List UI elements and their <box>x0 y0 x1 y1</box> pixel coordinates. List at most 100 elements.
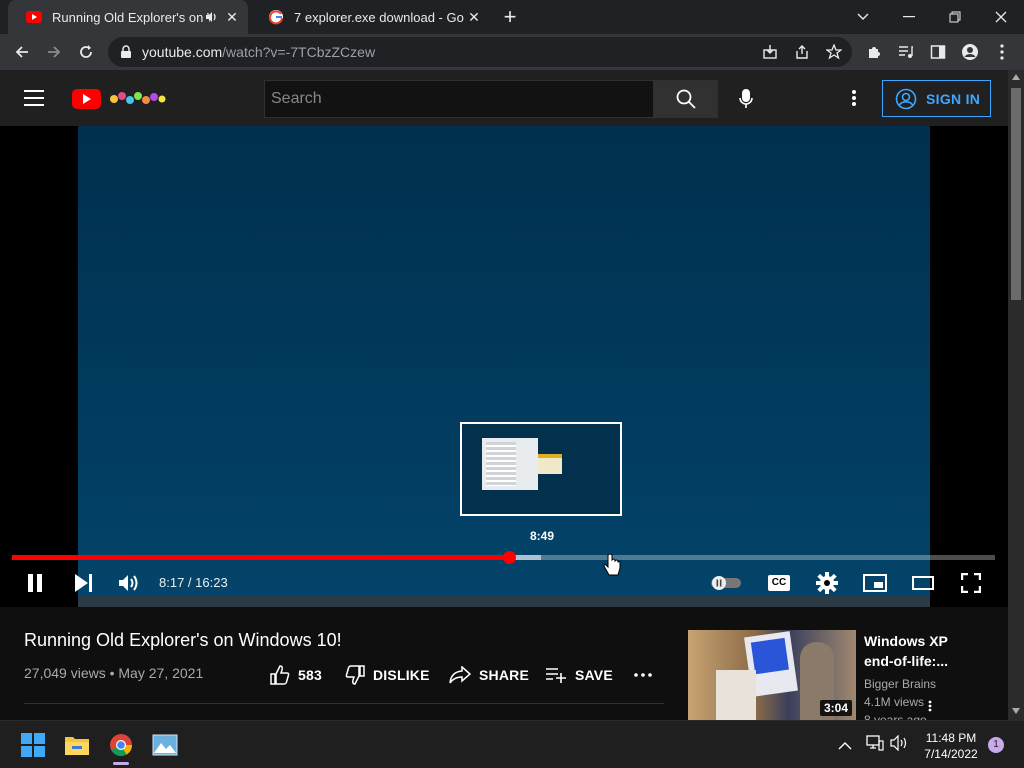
browser-toolbar: youtube.com/watch?v=-7TCbzZCzew <box>0 34 1024 70</box>
gear-icon <box>816 572 838 594</box>
clock-time: 11:48 PM <box>925 731 977 745</box>
chrome-taskbar-button[interactable] <box>105 729 137 765</box>
back-icon[interactable] <box>8 38 36 66</box>
profile-icon[interactable] <box>956 38 984 66</box>
forward-icon[interactable] <box>40 38 68 66</box>
like-count: 583 <box>298 667 322 683</box>
network-icon[interactable] <box>866 735 884 753</box>
voice-search-button[interactable] <box>730 83 762 115</box>
preview-window-image <box>482 438 538 490</box>
recommended-video-thumbnail[interactable]: 3:04 <box>688 630 856 720</box>
close-tab-icon[interactable]: ✕ <box>466 9 482 25</box>
search-button[interactable] <box>654 80 718 118</box>
windows-logo-icon <box>21 733 45 757</box>
bookmark-star-icon[interactable] <box>826 44 842 60</box>
youtube-logo[interactable] <box>72 87 168 109</box>
system-clock[interactable]: 11:48 PM 7/14/2022 <box>918 730 984 762</box>
new-tab-button[interactable]: + <box>498 5 522 29</box>
progress-bar[interactable] <box>12 551 995 564</box>
pause-button[interactable] <box>22 570 48 596</box>
photos-taskbar-button[interactable] <box>149 729 181 761</box>
video-player[interactable]: 8:49 8:17 / 16:23 CC <box>0 126 1008 607</box>
address-bar[interactable]: youtube.com/watch?v=-7TCbzZCzew <box>108 37 852 67</box>
recommended-video-duration: 3:04 <box>819 700 852 716</box>
clock-date: 7/14/2022 <box>924 747 978 761</box>
video-views-date: 27,049 views • May 27, 2021 <box>24 665 204 681</box>
folder-icon <box>65 737 89 755</box>
sign-in-button[interactable]: SIGN IN <box>882 80 991 117</box>
tab-title: 7 explorer.exe download - Google Search <box>294 9 464 25</box>
closed-captions-icon: CC <box>768 575 790 591</box>
volume-tray-icon[interactable] <box>890 734 910 753</box>
tab-search-icon[interactable] <box>840 0 886 34</box>
theater-mode-icon <box>912 576 934 590</box>
close-tab-icon[interactable]: ✕ <box>224 9 240 25</box>
dislike-label: DISLIKE <box>373 667 430 683</box>
close-window-icon[interactable] <box>978 0 1024 34</box>
video-frame[interactable] <box>78 126 930 607</box>
microphone-icon <box>739 89 753 108</box>
save-label: SAVE <box>575 667 613 683</box>
youtube-favicon-icon <box>26 11 42 23</box>
image-viewer-icon <box>152 734 178 756</box>
skip-next-icon <box>75 574 92 592</box>
fullscreen-button[interactable] <box>958 570 984 596</box>
notification-badge[interactable]: 1 <box>988 737 1004 753</box>
scroll-down-arrow-icon[interactable] <box>1012 708 1020 714</box>
recommended-more-icon[interactable] <box>928 700 932 712</box>
share-icon[interactable] <box>794 44 810 60</box>
url-text: youtube.com/watch?v=-7TCbzZCzew <box>142 44 376 60</box>
miniplayer-button[interactable] <box>862 570 888 596</box>
autoplay-toggle[interactable] <box>708 570 744 596</box>
next-video-button[interactable] <box>70 570 96 596</box>
lock-icon[interactable] <box>120 45 132 59</box>
recommended-video-channel[interactable]: Bigger Brains <box>864 677 936 691</box>
recommended-video-title[interactable]: Windows XP end-of-life:... <box>864 631 974 671</box>
like-button[interactable]: 583 <box>270 665 322 685</box>
chrome-menu-icon[interactable] <box>988 38 1016 66</box>
file-explorer-taskbar-button[interactable] <box>61 729 93 761</box>
media-controls-icon[interactable] <box>892 38 920 66</box>
recommended-video[interactable]: 3:04 Windows XP end-of-life:... Bigger B… <box>688 630 988 722</box>
recommended-video-views: 4.1M views <box>864 695 925 709</box>
scrub-preview-time: 8:49 <box>529 529 555 543</box>
more-options-icon[interactable] <box>842 86 866 110</box>
minimize-icon[interactable] <box>886 0 932 34</box>
share-arrow-icon <box>449 666 471 684</box>
google-favicon-icon <box>269 10 283 25</box>
time-display: 8:17 / 16:23 <box>159 575 228 590</box>
more-actions-button[interactable] <box>634 665 652 685</box>
start-button[interactable] <box>17 729 49 761</box>
more-horizontal-icon <box>634 673 652 677</box>
reload-icon[interactable] <box>72 38 100 66</box>
mute-button[interactable] <box>116 570 142 596</box>
search-input[interactable] <box>271 81 641 117</box>
restore-icon[interactable] <box>932 0 978 34</box>
save-button[interactable]: SAVE <box>545 665 613 685</box>
hand-cursor-icon <box>603 554 621 576</box>
sign-in-label: SIGN IN <box>926 90 981 107</box>
scroll-up-arrow-icon[interactable] <box>1012 74 1020 80</box>
share-button[interactable]: SHARE <box>449 665 529 685</box>
tab-google-search[interactable]: 7 explorer.exe download - Google Search … <box>250 0 490 34</box>
tab-youtube[interactable]: Running Old Explorer's on Windows 10! ✕ <box>8 0 248 34</box>
thumbnail-shirt-image <box>716 670 756 720</box>
install-app-icon[interactable] <box>762 44 778 60</box>
dislike-button[interactable]: DISLIKE <box>345 665 430 685</box>
miniplayer-icon <box>863 574 887 592</box>
theater-mode-button[interactable] <box>910 570 936 596</box>
settings-button[interactable] <box>814 570 840 596</box>
chrome-icon <box>110 734 132 756</box>
video-content-taskbar <box>78 596 930 607</box>
thumbs-down-icon <box>345 665 365 685</box>
page-scrollbar[interactable] <box>1008 70 1024 720</box>
extensions-icon[interactable] <box>860 38 888 66</box>
subtitles-button[interactable]: CC <box>766 570 792 596</box>
scrollbar-thumb[interactable] <box>1011 88 1021 300</box>
share-label: SHARE <box>479 667 530 683</box>
speaker-icon[interactable] <box>204 10 218 24</box>
scrub-preview-thumbnail <box>460 422 622 516</box>
hamburger-menu-icon[interactable] <box>24 86 48 110</box>
show-hidden-icons-button[interactable] <box>838 737 856 753</box>
side-panel-icon[interactable] <box>924 38 952 66</box>
